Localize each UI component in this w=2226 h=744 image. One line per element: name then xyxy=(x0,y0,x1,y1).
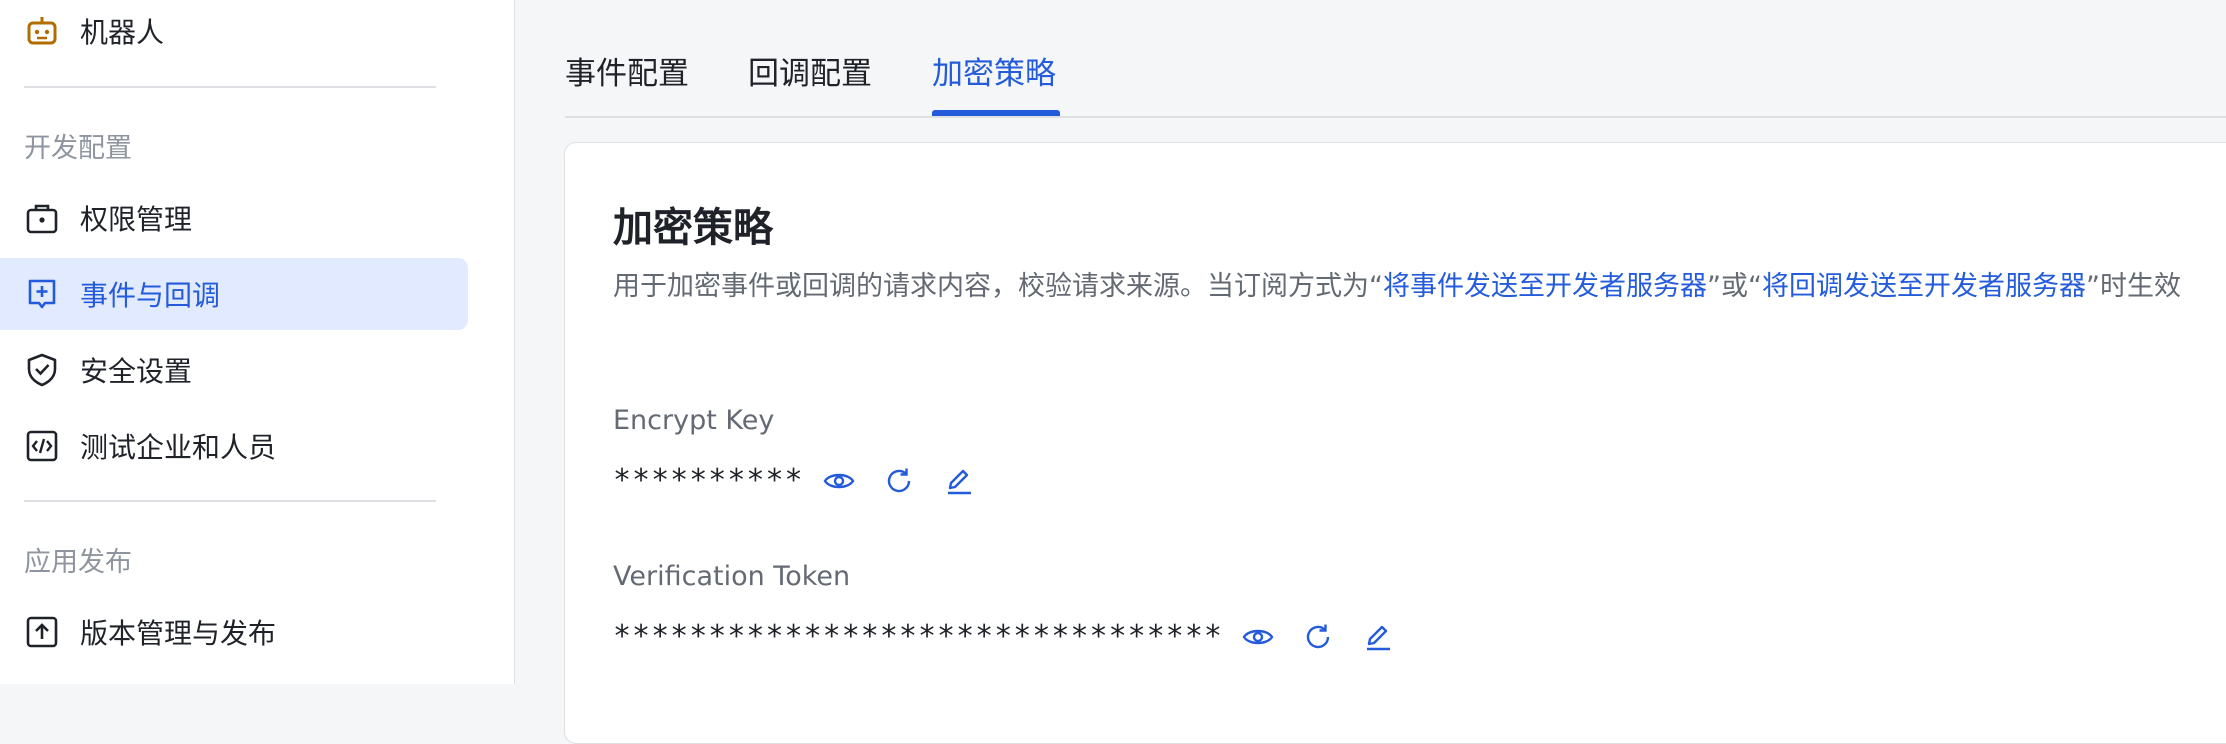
edit-icon[interactable] xyxy=(1361,620,1395,654)
desc-text: 用于加密事件或回调的请求内容，校验请求来源。当订阅方式为“ xyxy=(613,271,1383,302)
briefcase-lock-icon xyxy=(26,204,58,234)
link-event-server[interactable]: 将事件发送至开发者服务器 xyxy=(1383,271,1707,302)
section-title-dev-config: 开发配置 xyxy=(24,133,132,164)
encryption-card: 加密策略 用于加密事件或回调的请求内容，校验请求来源。当订阅方式为“将事件发送至… xyxy=(564,142,2226,744)
verification-token-value: ******************************** xyxy=(613,619,1223,654)
event-plus-icon xyxy=(28,279,56,309)
tab-event-config[interactable]: 事件配置 xyxy=(565,48,689,93)
tab-encryption-strategy[interactable]: 加密策略 xyxy=(932,48,1056,93)
sidebar-item-security[interactable]: 安全设置 xyxy=(0,334,468,406)
edit-icon[interactable] xyxy=(942,464,976,498)
eye-icon[interactable] xyxy=(822,464,856,498)
refresh-icon[interactable] xyxy=(1301,620,1335,654)
sidebar-item-label: 权限管理 xyxy=(80,203,193,236)
desc-text: ”时生效 xyxy=(2085,271,2181,302)
sidebar-item-permissions[interactable]: 权限管理 xyxy=(0,182,468,254)
encrypt-key-row: ********** xyxy=(613,463,976,498)
upload-box-icon xyxy=(26,616,58,648)
tab-active-indicator xyxy=(932,110,1060,116)
tab-bar: 事件配置 回调配置 加密策略 xyxy=(565,0,2226,118)
sidebar-item-version-release[interactable]: 版本管理与发布 xyxy=(0,596,468,668)
eye-icon[interactable] xyxy=(1241,620,1275,654)
divider xyxy=(24,500,436,502)
card-description: 用于加密事件或回调的请求内容，校验请求来源。当订阅方式为“将事件发送至开发者服务… xyxy=(613,265,2213,309)
encrypt-key-value: ********** xyxy=(613,463,804,498)
refresh-icon[interactable] xyxy=(882,464,916,498)
desc-text: ”或“ xyxy=(1707,271,1762,302)
divider xyxy=(24,86,436,88)
card-title: 加密策略 xyxy=(613,205,773,251)
sidebar: 机器人 开发配置 权限管理 事件与回调 安全设置 测试企业和人员 应用发布 版本… xyxy=(0,0,515,684)
sidebar-item-label: 版本管理与发布 xyxy=(80,617,277,650)
shield-check-icon xyxy=(27,353,57,387)
tab-callback-config[interactable]: 回调配置 xyxy=(748,48,872,93)
sidebar-item-label: 安全设置 xyxy=(80,355,193,388)
robot-icon xyxy=(27,17,57,45)
link-callback-server[interactable]: 将回调发送至开发者服务器 xyxy=(1762,271,2086,302)
verification-token-row: ******************************** xyxy=(613,619,1395,654)
code-box-icon xyxy=(26,430,58,462)
sidebar-item-label: 测试企业和人员 xyxy=(80,431,277,464)
sidebar-item-label: 机器人 xyxy=(80,16,165,49)
section-title-app-release: 应用发布 xyxy=(24,547,132,578)
sidebar-item-test-enterprise[interactable]: 测试企业和人员 xyxy=(0,410,468,482)
sidebar-item-events-callbacks[interactable]: 事件与回调 xyxy=(0,258,468,330)
verification-token-label: Verification Token xyxy=(613,561,851,592)
encrypt-key-label: Encrypt Key xyxy=(613,405,775,436)
sidebar-item-label: 事件与回调 xyxy=(80,279,221,312)
sidebar-item-robot[interactable]: 机器人 xyxy=(0,0,468,67)
